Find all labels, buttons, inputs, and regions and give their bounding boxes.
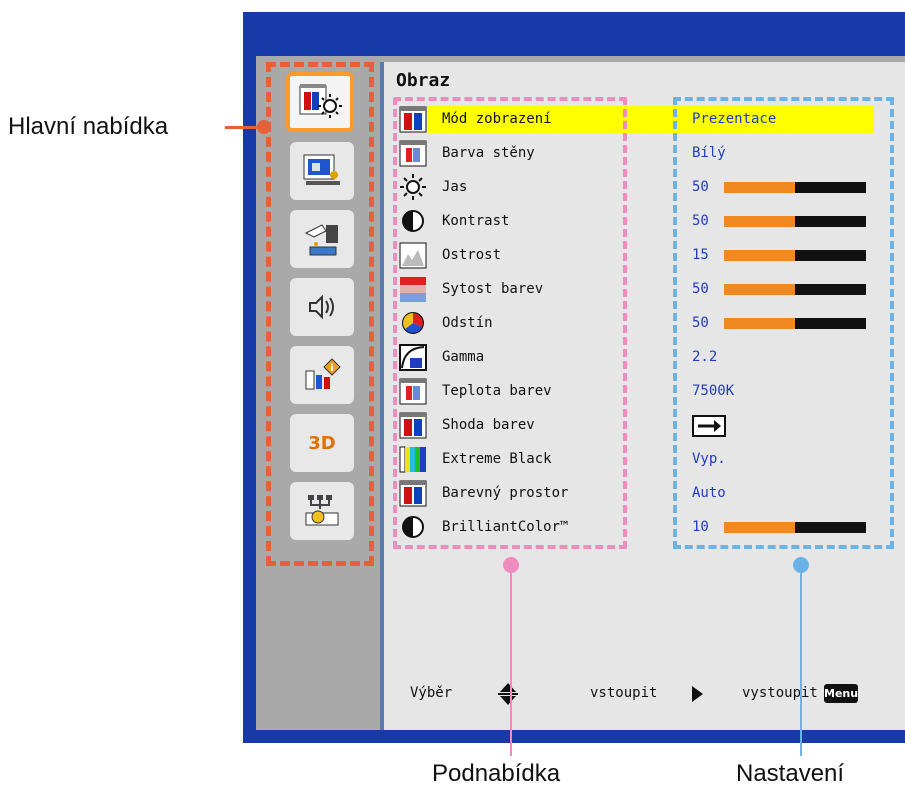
submenu-callout: Podnabídka — [432, 760, 561, 787]
footer-exit-label: vystoupit — [742, 685, 818, 701]
submenu-dot — [503, 557, 519, 573]
right-arrow-icon — [690, 685, 704, 707]
submenu-callout-box — [393, 97, 627, 549]
footer-select-label: Výběr — [410, 685, 453, 701]
settings-callout: Nastavení — [736, 760, 845, 787]
submenu-leader — [510, 566, 512, 756]
footer-enter-label: vstoupit — [590, 685, 658, 701]
main-menu-dot — [257, 120, 271, 134]
updown-arrow-icon — [496, 683, 520, 709]
main-menu-callout: Hlavní nabídka — [8, 113, 169, 140]
settings-leader — [800, 566, 802, 756]
menu-key-icon: Menu — [824, 684, 858, 703]
menu-title: Obraz — [396, 70, 451, 91]
settings-dot — [793, 557, 809, 573]
main-menu-callout-box — [266, 62, 374, 566]
main-menu-leader — [225, 126, 261, 129]
settings-callout-box — [673, 97, 894, 549]
